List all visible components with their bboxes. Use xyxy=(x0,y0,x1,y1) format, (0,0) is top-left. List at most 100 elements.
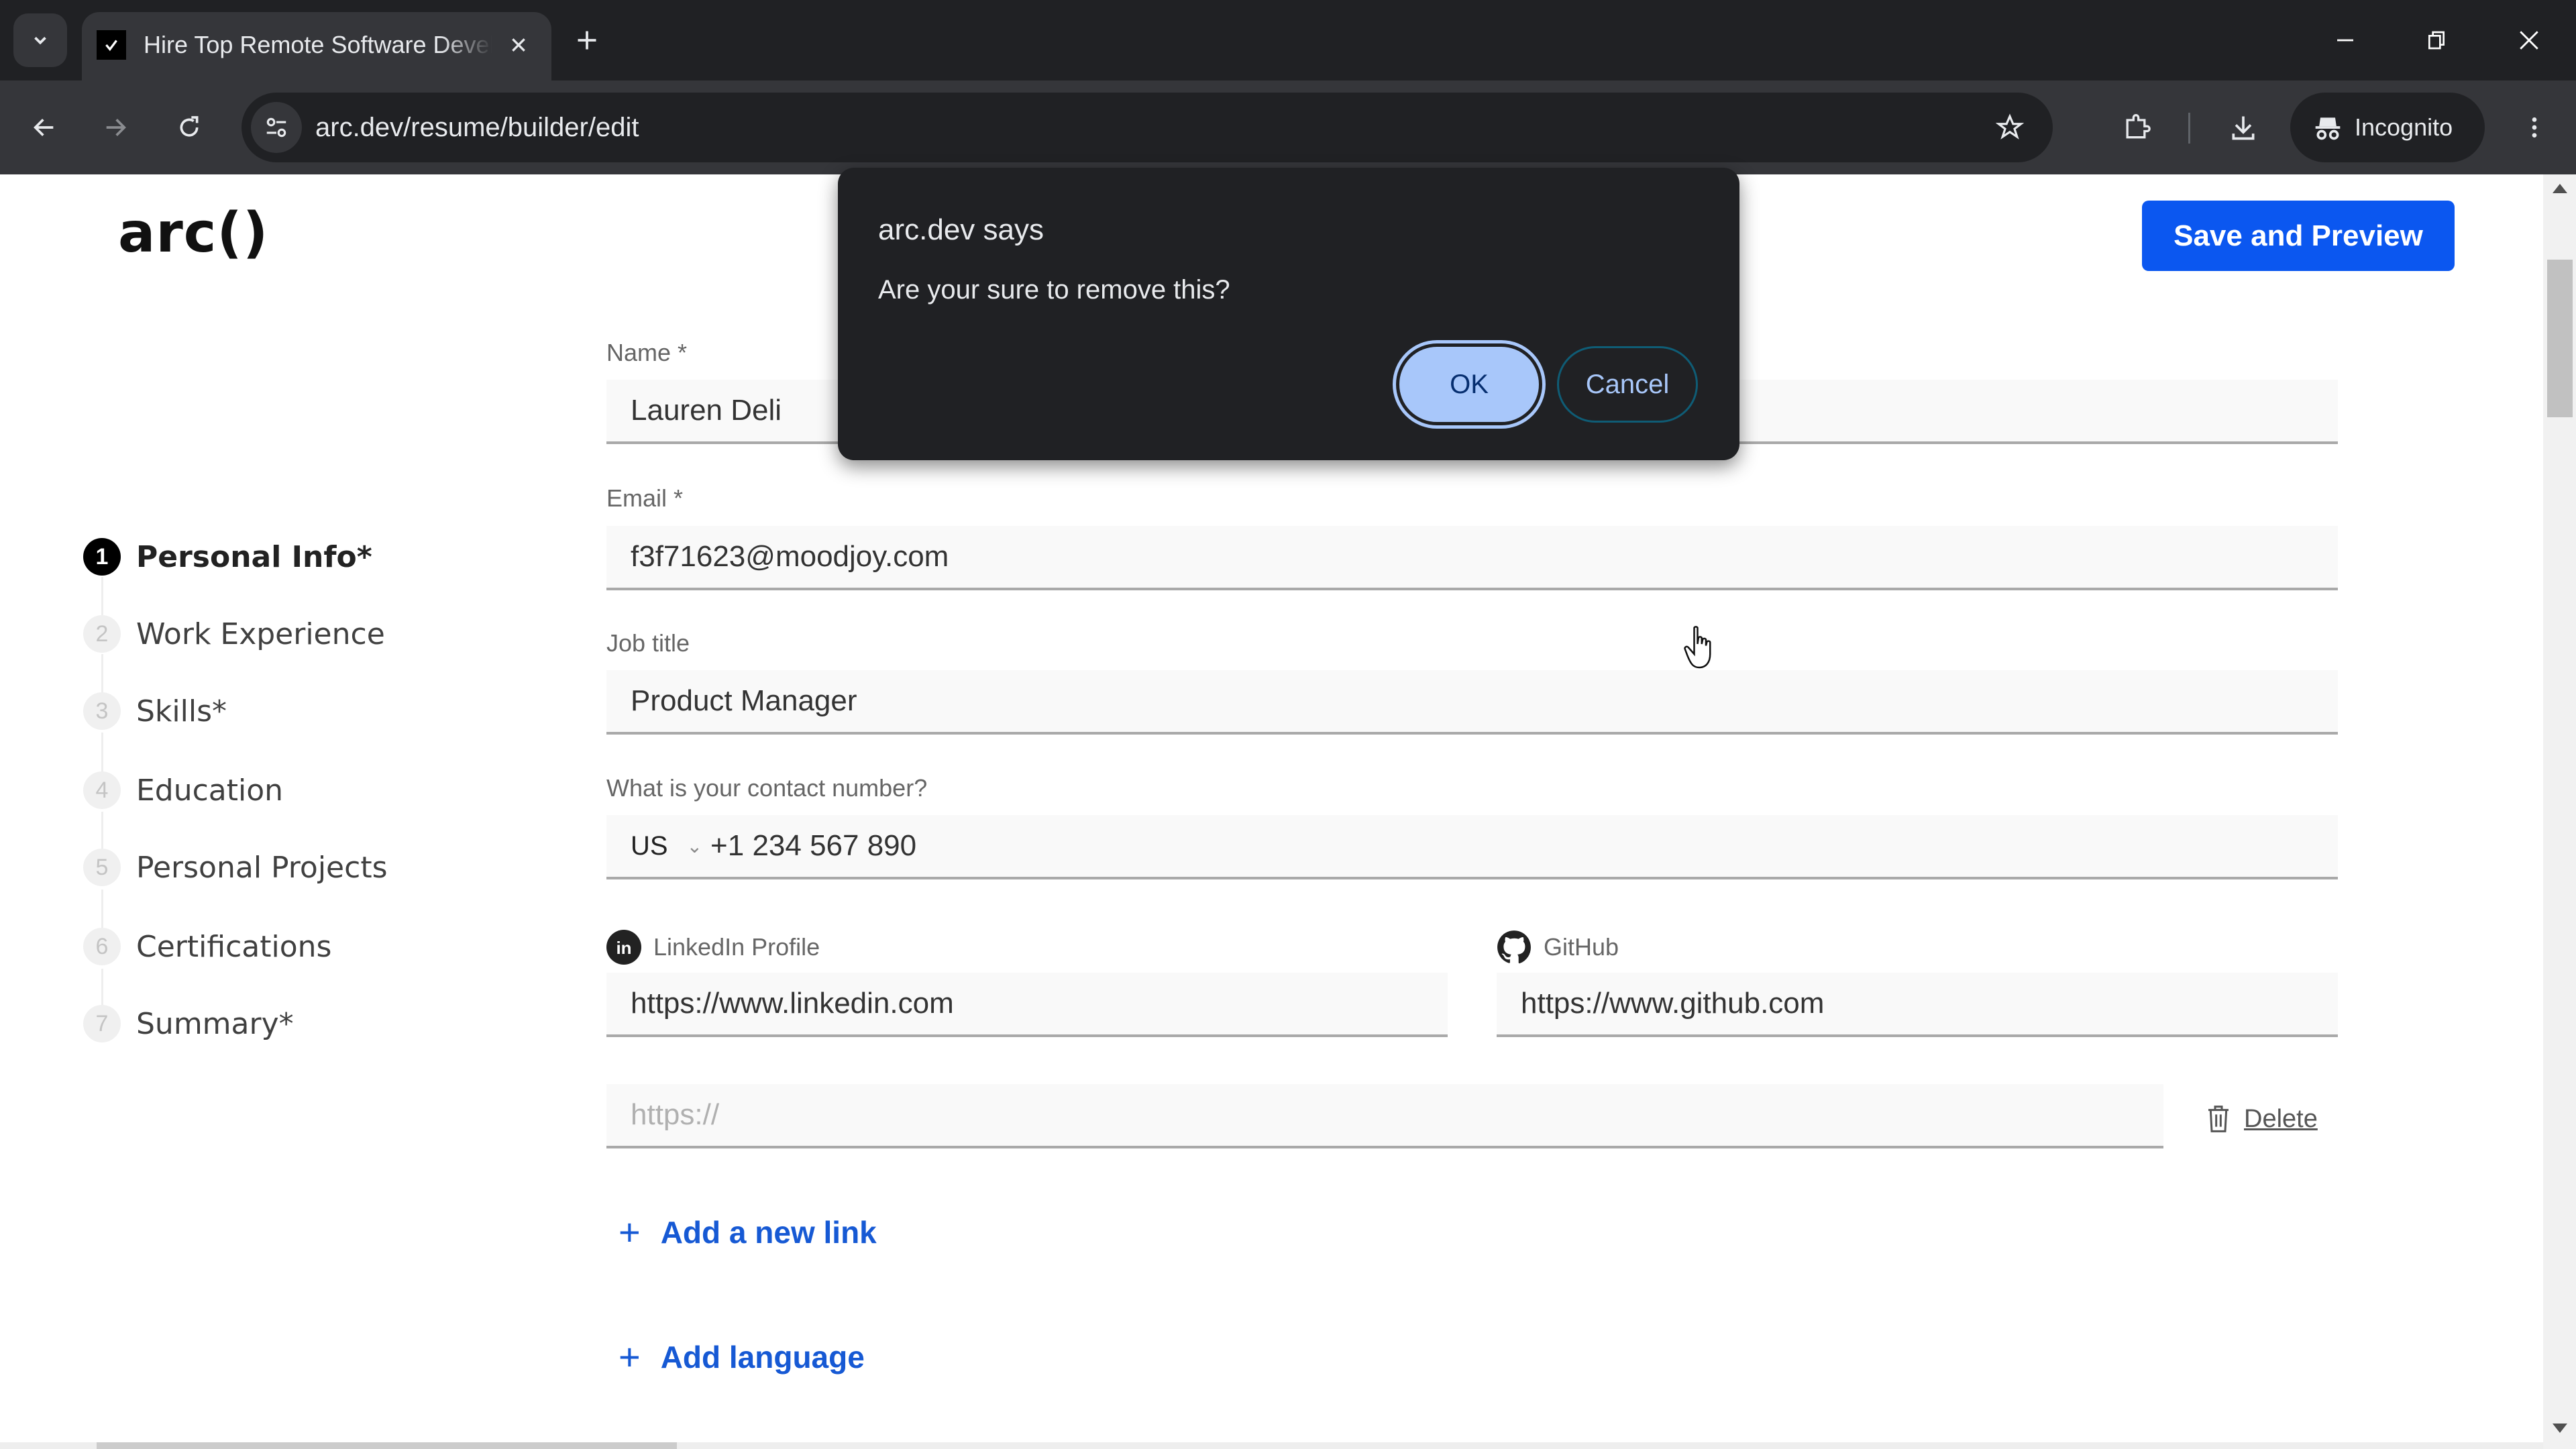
incognito-indicator[interactable]: Incognito xyxy=(2290,93,2485,162)
step-label: Personal Projects xyxy=(136,850,388,885)
delete-link-button[interactable]: Delete xyxy=(2205,1104,2318,1134)
browser-tab-strip: Hire Top Remote Software Developers xyxy=(0,0,2576,80)
close-icon xyxy=(512,38,525,52)
step-work-experience[interactable]: 2 Work Experience xyxy=(80,612,385,655)
linkedin-input[interactable]: https://www.linkedin.com xyxy=(606,973,1448,1037)
linkedin-icon: in xyxy=(606,930,641,965)
browser-menu-button[interactable] xyxy=(2509,102,2560,153)
step-number: 4 xyxy=(83,771,121,809)
arc-logo[interactable]: arc() xyxy=(118,201,268,265)
step-personal-info[interactable]: 1 Personal Info* xyxy=(80,535,372,578)
horizontal-scrollbar-thumb[interactable] xyxy=(97,1442,677,1449)
dialog-cancel-button[interactable]: Cancel xyxy=(1557,346,1698,423)
tab-close-button[interactable] xyxy=(502,28,535,62)
contact-number-label: What is your contact number? xyxy=(606,774,927,802)
contact-number-input[interactable]: US ⌄ +1 234 567 890 xyxy=(606,815,2338,879)
name-value: Lauren Deli xyxy=(631,394,782,427)
step-certifications[interactable]: 6 Certifications xyxy=(80,925,331,968)
scroll-down-arrow-icon[interactable] xyxy=(2553,1424,2567,1433)
plus-icon xyxy=(578,31,596,50)
step-number: 1 xyxy=(83,538,121,576)
linkedin-value: https://www.linkedin.com xyxy=(631,987,954,1020)
extensions-button[interactable] xyxy=(2110,102,2161,153)
github-label: GitHub xyxy=(1497,930,1619,965)
url-text[interactable]: arc.dev/resume/builder/edit xyxy=(315,93,639,162)
email-value: f3f71623@moodjoy.com xyxy=(631,540,949,573)
job-title-input[interactable]: Product Manager xyxy=(606,670,2338,735)
add-language-button[interactable]: + Add language xyxy=(619,1335,865,1379)
step-number: 2 xyxy=(83,615,121,653)
trash-icon xyxy=(2208,1106,2229,1132)
step-skills[interactable]: 3 Skills* xyxy=(80,690,227,733)
incognito-label: Incognito xyxy=(2355,113,2453,141)
step-number: 5 xyxy=(83,849,121,886)
site-info-button[interactable] xyxy=(251,102,302,153)
arrow-left-icon xyxy=(34,119,54,136)
minimize-button[interactable] xyxy=(2324,19,2367,62)
tab-search-button[interactable] xyxy=(13,13,67,67)
step-number: 3 xyxy=(83,692,121,730)
forward-button[interactable] xyxy=(90,102,141,153)
email-label-text: Email * xyxy=(606,484,684,512)
minimize-icon xyxy=(2337,39,2353,42)
reload-icon xyxy=(180,116,199,137)
new-tab-button[interactable] xyxy=(570,23,604,57)
step-label: Education xyxy=(136,773,284,808)
restore-button[interactable] xyxy=(2415,19,2458,62)
plus-icon: + xyxy=(619,1211,641,1253)
job-title-label-text: Job title xyxy=(606,629,690,657)
add-language-label: Add language xyxy=(660,1339,865,1375)
download-icon xyxy=(2232,116,2255,140)
dialog-ok-button[interactable]: OK xyxy=(1396,343,1542,425)
browser-toolbar: arc.dev/resume/builder/edit Incognito xyxy=(0,80,2576,174)
browser-tab-active[interactable]: Hire Top Remote Software Developers xyxy=(82,12,551,80)
save-and-preview-button[interactable]: Save and Preview xyxy=(2142,201,2455,271)
confirm-dialog: arc.dev says Are your sure to remove thi… xyxy=(838,168,1739,460)
toolbar-divider xyxy=(2188,113,2190,144)
close-icon xyxy=(2520,31,2538,50)
github-value: https://www.github.com xyxy=(1521,987,1825,1020)
horizontal-scrollbar[interactable] xyxy=(0,1442,2543,1449)
step-label: Summary* xyxy=(136,1006,294,1041)
add-new-link-button[interactable]: + Add a new link xyxy=(619,1210,877,1254)
reload-button[interactable] xyxy=(164,102,215,153)
tab-title: Hire Top Remote Software Developers xyxy=(144,31,492,58)
step-personal-projects[interactable]: 5 Personal Projects xyxy=(80,846,388,889)
job-title-label: Job title xyxy=(606,629,690,657)
linkedin-label: in LinkedIn Profile xyxy=(606,930,820,965)
extra-link-input[interactable]: https:// xyxy=(606,1084,2163,1148)
close-window-button[interactable] xyxy=(2508,19,2551,62)
scrollbar-thumb[interactable] xyxy=(2547,260,2573,417)
step-education[interactable]: 4 Education xyxy=(80,769,283,812)
step-label: Work Experience xyxy=(136,616,385,651)
country-code-value: US xyxy=(631,830,668,861)
add-link-label: Add a new link xyxy=(660,1214,877,1250)
downloads-button[interactable] xyxy=(2218,102,2269,153)
dialog-message: Are your sure to remove this? xyxy=(878,275,1230,305)
github-input[interactable]: https://www.github.com xyxy=(1497,973,2338,1037)
linkedin-label-text: LinkedIn Profile xyxy=(653,933,820,961)
puzzle-icon xyxy=(2126,114,2151,139)
incognito-icon xyxy=(2315,117,2341,140)
delete-label: Delete xyxy=(2244,1104,2318,1133)
contact-label-text: What is your contact number? xyxy=(606,774,928,802)
email-input[interactable]: f3f71623@moodjoy.com xyxy=(606,526,2338,590)
name-label: Name * xyxy=(606,339,687,367)
step-number: 6 xyxy=(83,928,121,965)
chevron-down-icon xyxy=(34,36,46,45)
step-summary[interactable]: 7 Summary* xyxy=(80,1002,294,1045)
phone-number-value: +1 234 567 890 xyxy=(710,829,917,862)
extra-link-placeholder: https:// xyxy=(631,1098,720,1131)
vertical-scrollbar[interactable] xyxy=(2543,174,2576,1449)
bookmark-button[interactable] xyxy=(1984,102,2035,153)
country-code-select[interactable]: US ⌄ xyxy=(631,831,710,861)
arc-favicon-icon xyxy=(97,30,126,60)
step-number: 7 xyxy=(83,1005,121,1042)
back-button[interactable] xyxy=(19,102,70,153)
star-icon xyxy=(1996,113,2024,140)
chevron-down-icon: ⌄ xyxy=(686,835,703,857)
svg-text:in: in xyxy=(616,938,631,958)
email-label: Email * xyxy=(606,484,683,513)
address-bar[interactable]: arc.dev/resume/builder/edit xyxy=(241,93,2053,162)
scroll-up-arrow-icon[interactable] xyxy=(2553,184,2567,193)
